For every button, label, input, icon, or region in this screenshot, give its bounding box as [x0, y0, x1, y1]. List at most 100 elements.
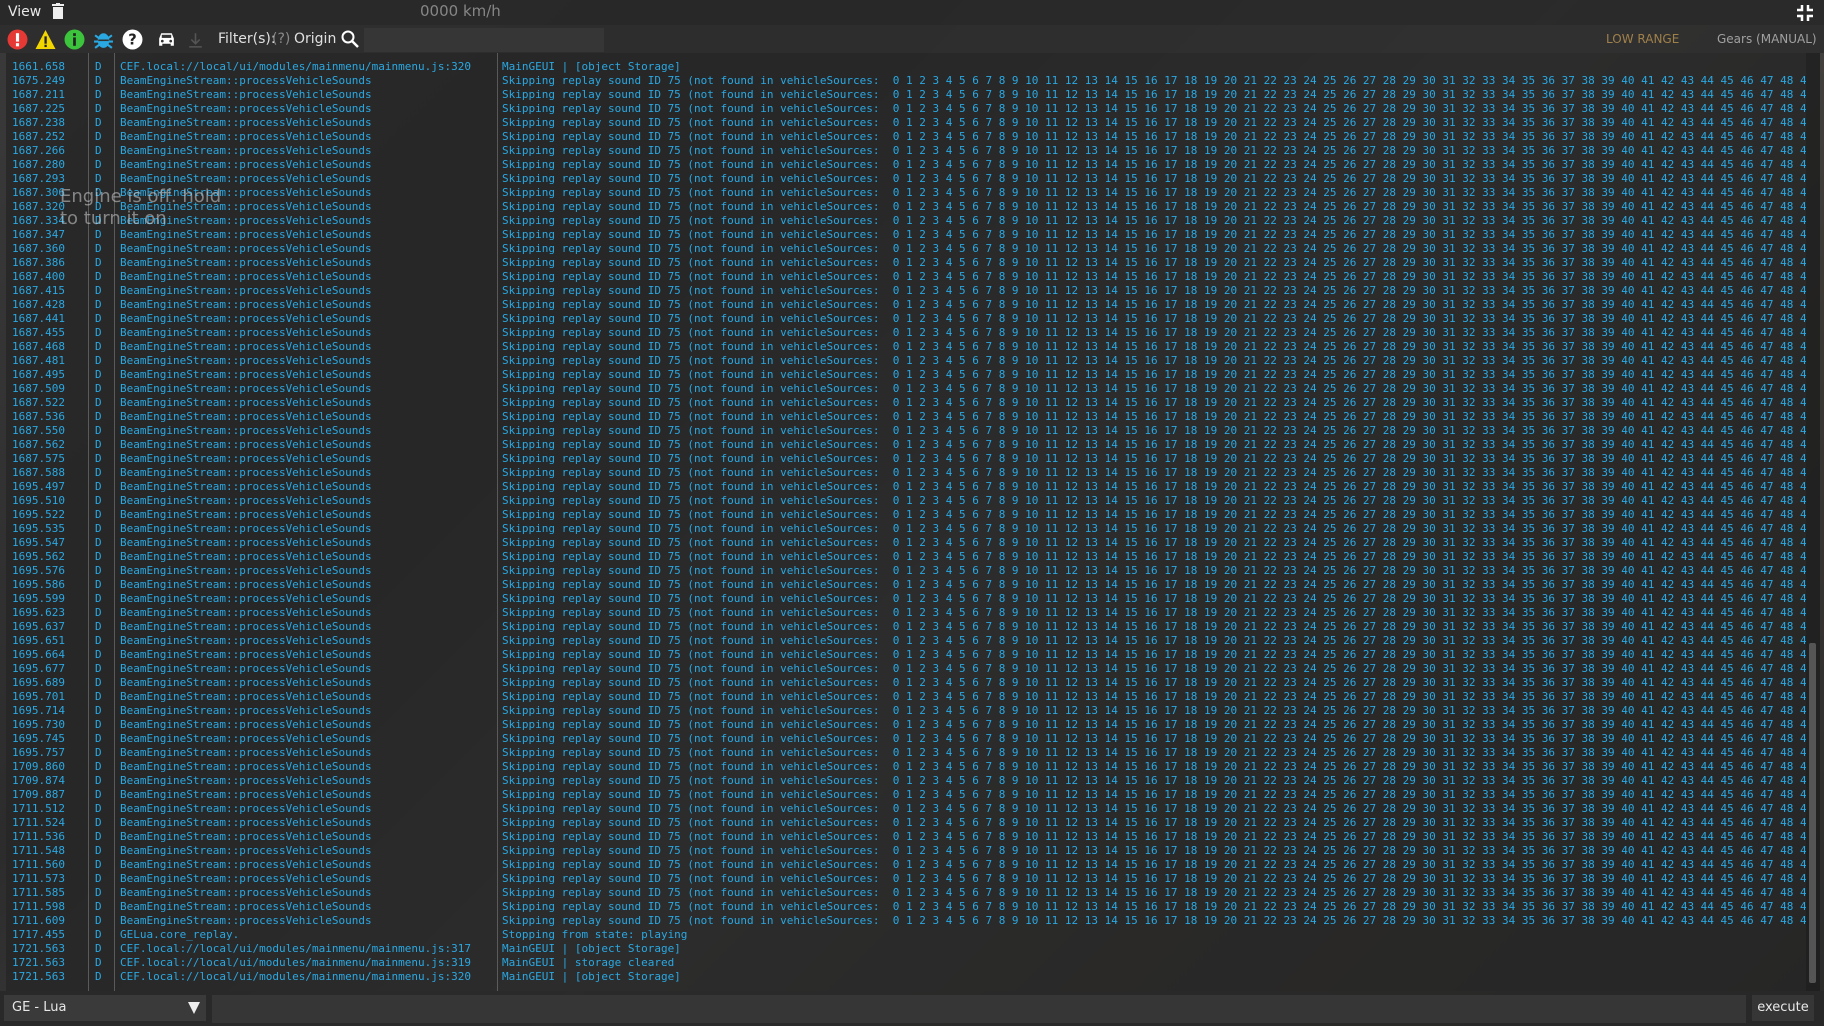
log-row[interactable]: 1675.249 D BeamEngineStream::processVehicl… — [6, 74, 1806, 88]
log-row[interactable]: 1717.455 D GELua.core_replay. Stopping from… — [6, 928, 1806, 942]
log-row[interactable]: 1709.874 D BeamEngineStream::processVehicl… — [6, 774, 1806, 788]
log-origin: BeamEngineStream::processVehicleSounds — [120, 354, 372, 367]
log-row[interactable]: 1687.320 D BeamEngineStream::processVehicl… — [6, 200, 1806, 214]
log-row[interactable]: 1695.745 D BeamEngineStream::processVehicl… — [6, 732, 1806, 746]
log-row[interactable]: 1687.522 D BeamEngineStream::processVehicl… — [6, 396, 1806, 410]
log-row[interactable]: 1687.468 D BeamEngineStream::processVehicl… — [6, 340, 1806, 354]
log-row[interactable]: 1687.588 D BeamEngineStream::processVehicl… — [6, 466, 1806, 480]
log-row[interactable]: 1687.562 D BeamEngineStream::processVehicl… — [6, 438, 1806, 452]
log-row[interactable]: 1695.714 D BeamEngineStream::processVehicl… — [6, 704, 1806, 718]
log-row[interactable]: 1687.293 D BeamEngineStream::processVehicl… — [6, 172, 1806, 186]
log-row[interactable]: 1711.524 D BeamEngineStream::processVehicl… — [6, 816, 1806, 830]
log-row[interactable]: 1695.757 D BeamEngineStream::processVehicl… — [6, 746, 1806, 760]
filter-input[interactable] — [364, 28, 604, 52]
log-row[interactable]: 1711.598 D BeamEngineStream::processVehicl… — [6, 900, 1806, 914]
log-row[interactable]: 1695.677 D BeamEngineStream::processVehicl… — [6, 662, 1806, 676]
log-row[interactable]: 1687.252 D BeamEngineStream::processVehicl… — [6, 130, 1806, 144]
log-row[interactable]: 1709.860 D BeamEngineStream::processVehicl… — [6, 760, 1806, 774]
context-select-value: GE - Lua — [12, 1000, 67, 1015]
log-row[interactable]: 1687.536 D BeamEngineStream::processVehicl… — [6, 410, 1806, 424]
error-filter-icon[interactable] — [7, 29, 28, 50]
menu-view[interactable]: View — [8, 4, 41, 20]
log-row[interactable]: 1695.576 D BeamEngineStream::processVehicl… — [6, 564, 1806, 578]
log-row[interactable]: 1687.306 D BeamEngineStream::processVehicl… — [6, 186, 1806, 200]
log-row[interactable]: 1695.562 D BeamEngineStream::processVehicl… — [6, 550, 1806, 564]
log-row[interactable]: 1695.586 D BeamEngineStream::processVehicl… — [6, 578, 1806, 592]
log-row[interactable]: 1711.536 D BeamEngineStream::processVehicl… — [6, 830, 1806, 844]
log-level: D — [95, 130, 102, 143]
execute-button[interactable]: execute — [1752, 995, 1814, 1021]
log-row[interactable]: 1695.651 D BeamEngineStream::processVehicl… — [6, 634, 1806, 648]
log-scrollbar[interactable] — [1806, 53, 1820, 991]
info-filter-icon[interactable] — [64, 29, 85, 50]
warning-filter-icon[interactable] — [35, 29, 56, 50]
log-origin: BeamEngineStream::processVehicleSounds — [120, 620, 372, 633]
log-row[interactable]: 1695.664 D BeamEngineStream::processVehicl… — [6, 648, 1806, 662]
scrollbar-thumb[interactable] — [1809, 643, 1816, 983]
log-row[interactable]: 1711.585 D BeamEngineStream::processVehicl… — [6, 886, 1806, 900]
log-row[interactable]: 1709.887 D BeamEngineStream::processVehicl… — [6, 788, 1806, 802]
log-row[interactable]: 1687.550 D BeamEngineStream::processVehicl… — [6, 424, 1806, 438]
filter-help-link[interactable]: (?) — [272, 31, 290, 47]
log-message: Skipping replay sound ID 75 (not found i… — [502, 788, 1806, 801]
log-row[interactable]: 1711.609 D BeamEngineStream::processVehicl… — [6, 914, 1806, 928]
log-row[interactable]: 1687.266 D BeamEngineStream::processVehicl… — [6, 144, 1806, 158]
log-row[interactable]: 1695.730 D BeamEngineStream::processVehicl… — [6, 718, 1806, 732]
log-row[interactable]: 1687.225 D BeamEngineStream::processVehicl… — [6, 102, 1806, 116]
log-row[interactable]: 1695.535 D BeamEngineStream::processVehicl… — [6, 522, 1806, 536]
log-row[interactable]: 1695.623 D BeamEngineStream::processVehicl… — [6, 606, 1806, 620]
filter-origin-toggle[interactable]: Origin — [294, 31, 336, 47]
log-row[interactable]: 1687.441 D BeamEngineStream::processVehicl… — [6, 312, 1806, 326]
log-row[interactable]: 1695.599 D BeamEngineStream::processVehicl… — [6, 592, 1806, 606]
log-row[interactable]: 1721.563 D CEF.local://local/ui/modules/ma… — [6, 970, 1806, 984]
log-row[interactable]: 1695.637 D BeamEngineStream::processVehicl… — [6, 620, 1806, 634]
vehicle-icon[interactable] — [156, 29, 177, 50]
scroll-to-bottom-icon[interactable] — [185, 29, 206, 50]
log-row[interactable]: 1687.211 D BeamEngineStream::processVehicl… — [6, 88, 1806, 102]
log-row[interactable]: 1721.563 D CEF.local://local/ui/modules/ma… — [6, 956, 1806, 970]
log-message: Skipping replay sound ID 75 (not found i… — [502, 298, 1806, 311]
log-row[interactable]: 1687.347 D BeamEngineStream::processVehicl… — [6, 228, 1806, 242]
exit-fullscreen-icon[interactable] — [1796, 4, 1814, 22]
log-row[interactable]: 1695.547 D BeamEngineStream::processVehicl… — [6, 536, 1806, 550]
log-time: 1709.887 — [12, 788, 65, 801]
context-select[interactable]: GE - Lua — [4, 995, 206, 1021]
log-row[interactable]: 1687.415 D BeamEngineStream::processVehicl… — [6, 284, 1806, 298]
console-log: 1661.658 D CEF.local://local/ui/modules/ma… — [6, 53, 1806, 991]
log-time: 1687.550 — [12, 424, 65, 437]
log-time: 1711.536 — [12, 830, 65, 843]
log-row[interactable]: 1687.455 D BeamEngineStream::processVehicl… — [6, 326, 1806, 340]
log-row[interactable]: 1687.481 D BeamEngineStream::processVehicl… — [6, 354, 1806, 368]
log-row[interactable]: 1687.575 D BeamEngineStream::processVehicl… — [6, 452, 1806, 466]
log-time: 1695.562 — [12, 550, 65, 563]
search-icon[interactable] — [340, 29, 360, 49]
log-row[interactable]: 1687.495 D BeamEngineStream::processVehicl… — [6, 368, 1806, 382]
log-row[interactable]: 1695.497 D BeamEngineStream::processVehicl… — [6, 480, 1806, 494]
log-row[interactable]: 1721.563 D CEF.local://local/ui/modules/ma… — [6, 942, 1806, 956]
log-row[interactable]: 1711.512 D BeamEngineStream::processVehicl… — [6, 802, 1806, 816]
log-row[interactable]: 1661.658 D CEF.local://local/ui/modules/ma… — [6, 60, 1806, 74]
log-row[interactable]: 1687.280 D BeamEngineStream::processVehicl… — [6, 158, 1806, 172]
log-row[interactable]: 1687.386 D BeamEngineStream::processVehicl… — [6, 256, 1806, 270]
log-time: 1687.293 — [12, 172, 65, 185]
log-row[interactable]: 1687.428 D BeamEngineStream::processVehicl… — [6, 298, 1806, 312]
debug-filter-icon[interactable] — [93, 29, 114, 50]
log-message: Skipping replay sound ID 75 (not found i… — [502, 312, 1806, 325]
trash-icon[interactable] — [52, 3, 64, 19]
log-row[interactable]: 1695.701 D BeamEngineStream::processVehicl… — [6, 690, 1806, 704]
log-row[interactable]: 1687.509 D BeamEngineStream::processVehicl… — [6, 382, 1806, 396]
log-row[interactable]: 1711.548 D BeamEngineStream::processVehicl… — [6, 844, 1806, 858]
command-input[interactable] — [212, 995, 1746, 1023]
log-time: 1695.497 — [12, 480, 65, 493]
log-row[interactable]: 1711.560 D BeamEngineStream::processVehicl… — [6, 858, 1806, 872]
log-row[interactable]: 1695.522 D BeamEngineStream::processVehicl… — [6, 508, 1806, 522]
log-row[interactable]: 1687.360 D BeamEngineStream::processVehicl… — [6, 242, 1806, 256]
help-icon[interactable]: ? — [122, 29, 143, 50]
log-row[interactable]: 1711.573 D BeamEngineStream::processVehicl… — [6, 872, 1806, 886]
log-time: 1695.623 — [12, 606, 65, 619]
log-row[interactable]: 1695.510 D BeamEngineStream::processVehicl… — [6, 494, 1806, 508]
log-row[interactable]: 1687.334 D BeamEngineStream::processVehicl… — [6, 214, 1806, 228]
log-row[interactable]: 1695.689 D BeamEngineStream::processVehicl… — [6, 676, 1806, 690]
log-row[interactable]: 1687.400 D BeamEngineStream::processVehicl… — [6, 270, 1806, 284]
log-row[interactable]: 1687.238 D BeamEngineStream::processVehicl… — [6, 116, 1806, 130]
